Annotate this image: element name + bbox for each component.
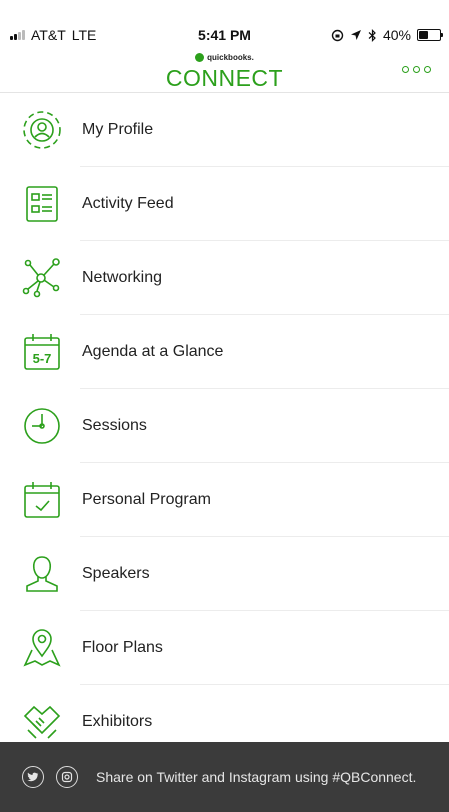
menu-item-my-profile[interactable]: My Profile	[0, 93, 449, 167]
status-right: 40%	[331, 27, 443, 43]
menu-item-label: Speakers	[82, 565, 150, 582]
status-bar: AT&T LTE 5:41 PM 40%	[0, 0, 449, 43]
instagram-icon[interactable]	[56, 766, 78, 788]
agenda-calendar-icon: 5-7	[22, 332, 62, 372]
orientation-lock-icon	[331, 29, 344, 41]
share-footer[interactable]: Share on Twitter and Instagram using #QB…	[0, 742, 449, 812]
menu-item-floor-plans[interactable]: Floor Plans	[0, 611, 449, 685]
menu-item-networking[interactable]: Networking	[0, 241, 449, 315]
battery-icon	[417, 29, 443, 41]
menu-item-sessions[interactable]: Sessions	[0, 389, 449, 463]
app-logo: quickbooks. CONNECT	[0, 49, 449, 90]
menu-item-label: Networking	[82, 269, 163, 286]
speaker-person-icon	[22, 554, 62, 594]
calendar-check-icon	[22, 480, 62, 520]
bluetooth-icon	[368, 28, 376, 42]
logo-brand-text: quickbooks.	[207, 53, 254, 62]
menu-item-label: Personal Program	[82, 491, 211, 508]
dot-icon	[413, 66, 420, 73]
profile-icon	[22, 110, 62, 150]
dot-icon	[424, 66, 431, 73]
more-options-button[interactable]	[402, 66, 431, 73]
location-arrow-icon	[350, 30, 361, 40]
activity-feed-icon	[22, 184, 62, 224]
logo-connect-text: CONNECT	[165, 65, 284, 91]
twitter-icon[interactable]	[22, 766, 44, 788]
main-menu: My Profile Activity Feed Networking 5-7 …	[0, 93, 449, 759]
handshake-icon	[22, 702, 62, 742]
menu-item-agenda[interactable]: 5-7 Agenda at a Glance	[0, 315, 449, 389]
battery-percent: 40%	[382, 27, 411, 43]
menu-item-personal-program[interactable]: Personal Program	[0, 463, 449, 537]
quickbooks-logo-icon	[195, 53, 205, 62]
clock-icon	[22, 406, 62, 446]
menu-item-label: Exhibitors	[82, 713, 153, 730]
menu-item-activity-feed[interactable]: Activity Feed	[0, 167, 449, 241]
app-header: quickbooks. CONNECT	[0, 46, 449, 93]
map-pin-icon	[22, 628, 62, 668]
agenda-icon-text: 5-7	[33, 351, 52, 366]
menu-item-label: Activity Feed	[82, 195, 174, 212]
share-text: Share on Twitter and Instagram using #QB…	[96, 769, 417, 785]
dot-icon	[402, 66, 409, 73]
menu-item-label: Sessions	[82, 417, 147, 434]
menu-item-label: Floor Plans	[82, 639, 163, 656]
networking-icon	[22, 258, 62, 298]
menu-item-label: Agenda at a Glance	[82, 343, 224, 360]
menu-item-speakers[interactable]: Speakers	[0, 537, 449, 611]
menu-item-label: My Profile	[82, 121, 154, 138]
